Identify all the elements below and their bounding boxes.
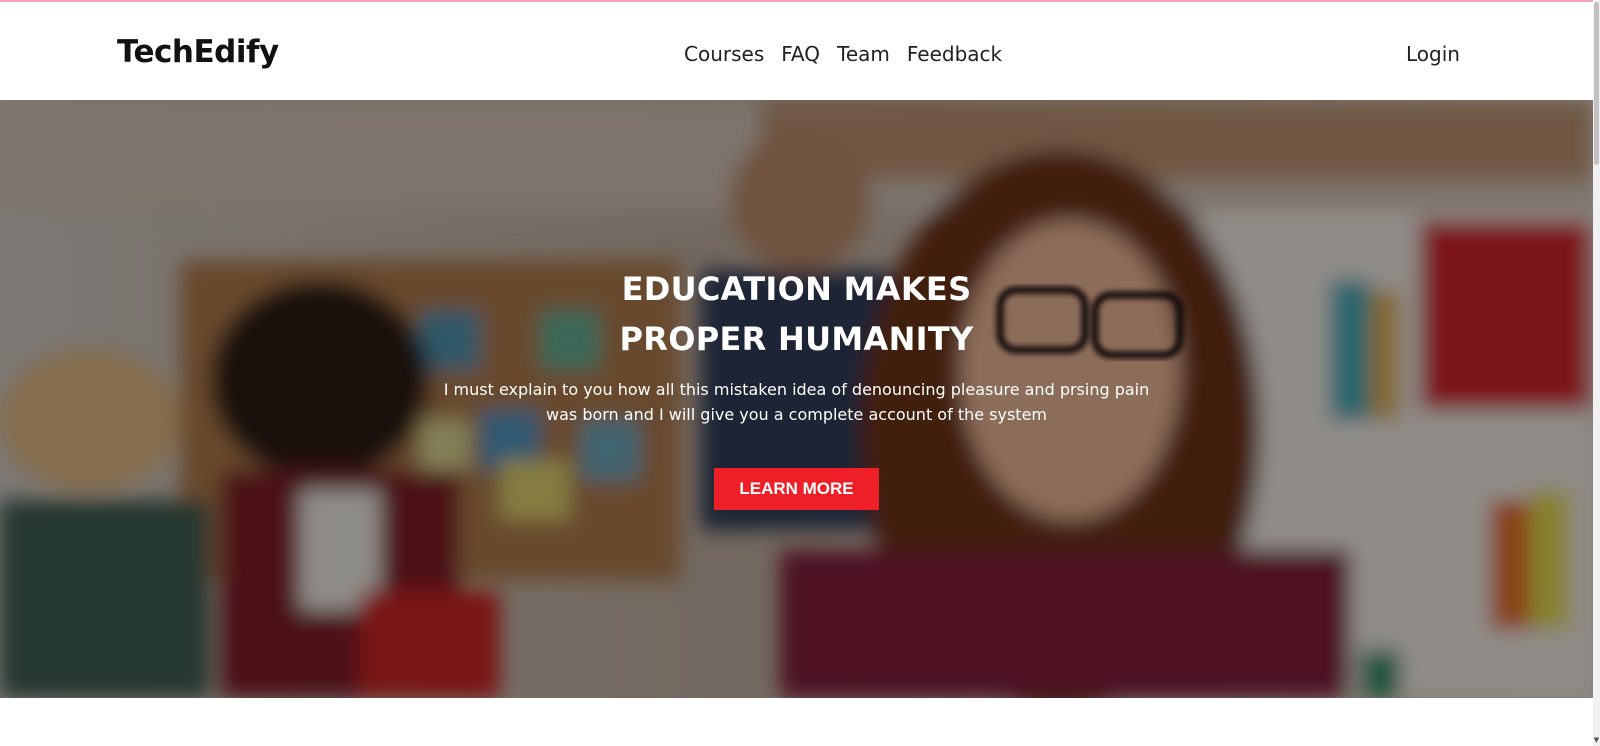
chevron-down-icon[interactable]: ▼ (1593, 736, 1600, 744)
nav-item-feedback[interactable]: Feedback (907, 42, 1002, 66)
hero-description-line-1: I must explain to you how all this mista… (443, 380, 1150, 399)
hero-content: EDUCATION MAKES PROPER HUMANITY I must e… (0, 100, 1593, 698)
nav-menu: Courses FAQ Team Feedback (684, 42, 1002, 66)
navbar: TechEdify Courses FAQ Team Feedback Logi… (0, 2, 1593, 100)
hero-title-line-2: PROPER HUMANITY (619, 320, 974, 358)
nav-item-courses[interactable]: Courses (684, 42, 764, 66)
nav-item-team[interactable]: Team (837, 42, 890, 66)
hero-description-line-2: was born and I will give you a complete … (546, 405, 1047, 424)
vertical-scrollbar[interactable]: ▼ (1593, 0, 1600, 746)
nav-item-faq[interactable]: FAQ (781, 42, 820, 66)
login-link[interactable]: Login (1406, 42, 1460, 66)
brand-logo[interactable]: TechEdify (117, 34, 279, 70)
scrollbar-thumb[interactable] (1594, 2, 1599, 165)
hero-section: EDUCATION MAKES PROPER HUMANITY I must e… (0, 100, 1593, 698)
hero-title-line-1: EDUCATION MAKES (621, 270, 972, 308)
learn-more-button[interactable]: LEARN MORE (714, 468, 879, 510)
